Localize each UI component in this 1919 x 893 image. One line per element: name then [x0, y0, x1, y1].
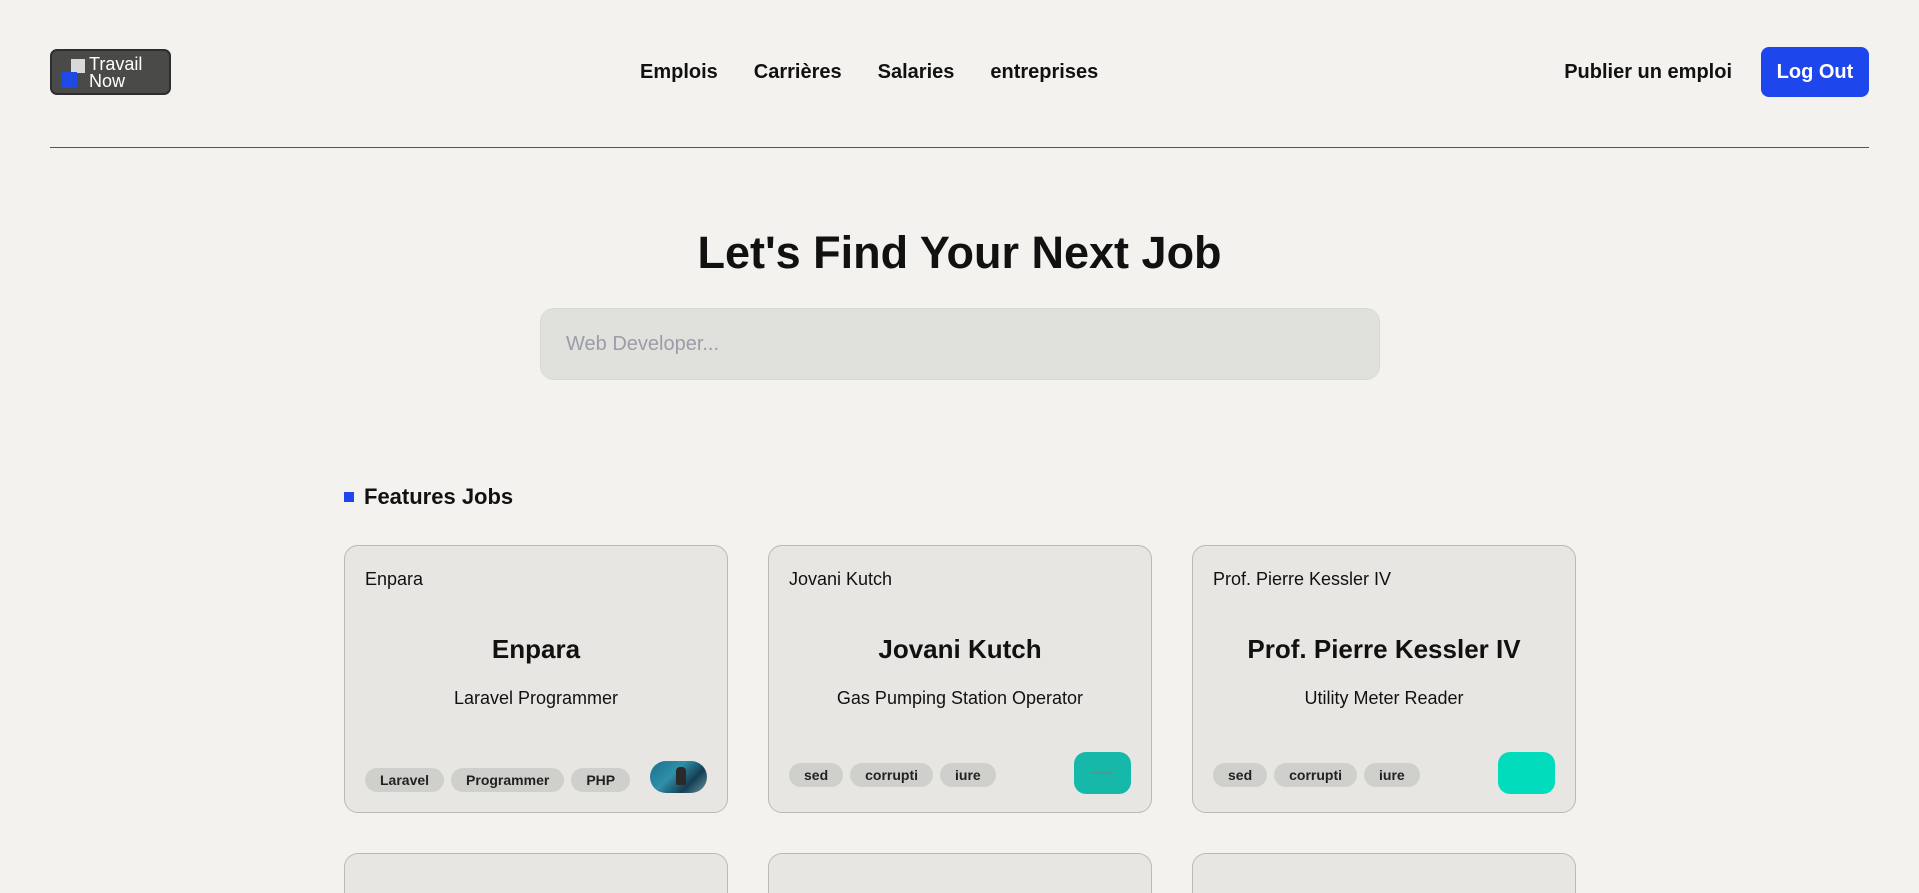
logo-text: Travail Now: [89, 55, 142, 91]
card-company: Jovani Kutch: [789, 569, 893, 589]
logo-blue-square: [61, 72, 77, 88]
logout-button[interactable]: Log Out: [1761, 47, 1869, 97]
job-card-partial[interactable]: [1192, 853, 1576, 893]
tag-chip[interactable]: sed: [1213, 763, 1268, 787]
featured-jobs-heading: Features Jobs: [344, 484, 513, 510]
job-search-input[interactable]: [540, 308, 1380, 380]
company-logo-thumbnail: [1498, 752, 1555, 794]
card-tags: sed corrupti iure: [789, 763, 996, 787]
section-marker-icon: [344, 492, 354, 502]
card-role: Utility Meter Reader: [1304, 688, 1464, 708]
site-header: Travail Now Emplois Carrières Salaries e…: [50, 0, 1869, 148]
card-role: Gas Pumping Station Operator: [836, 688, 1084, 708]
tag-chip[interactable]: iure: [1364, 763, 1420, 787]
company-logo-thumbnail: [1074, 752, 1131, 794]
tag-chip[interactable]: Laravel: [365, 768, 445, 792]
card-tags: Laravel Programmer PHP: [365, 768, 631, 792]
logo-line-2: Now: [89, 71, 126, 91]
job-card[interactable]: Jovani Kutch Jovani Kutch Gas Pumping St…: [768, 545, 1152, 813]
tag-chip[interactable]: PHP: [571, 768, 631, 792]
card-title: Enpara: [491, 634, 581, 664]
tag-chip[interactable]: corrupti: [1274, 763, 1358, 787]
logo-white-square: [71, 59, 85, 73]
company-photo-thumbnail: [650, 761, 707, 793]
logo-line-mark: [1091, 772, 1114, 774]
tag-chip[interactable]: Programmer: [451, 768, 565, 792]
tag-chip[interactable]: iure: [940, 763, 996, 787]
section-title: Features Jobs: [364, 484, 514, 509]
card-title: Jovani Kutch: [878, 634, 1042, 664]
post-job-link[interactable]: Publier un emploi: [1564, 60, 1732, 84]
nav-link-carrieres[interactable]: Carrières: [754, 60, 842, 84]
job-card-partial[interactable]: [344, 853, 728, 893]
card-company: Prof. Pierre Kessler IV: [1213, 569, 1392, 589]
card-role: Laravel Programmer: [453, 688, 619, 708]
nav-link-emplois[interactable]: Emplois: [640, 60, 718, 84]
tag-chip[interactable]: sed: [789, 763, 844, 787]
job-card-partial[interactable]: [768, 853, 1152, 893]
person-figure: [676, 767, 686, 785]
card-tags: sed corrupti iure: [1213, 763, 1420, 787]
tag-chip[interactable]: corrupti: [850, 763, 934, 787]
nav-link-salaries[interactable]: Salaries: [878, 60, 955, 84]
job-card[interactable]: Enpara Enpara Laravel Programmer Laravel…: [344, 545, 728, 813]
card-company: Enpara: [365, 569, 424, 589]
main-nav: Emplois Carrières Salaries entreprises: [640, 60, 1098, 84]
hero-title: Let's Find Your Next Job: [697, 227, 1222, 278]
travail-now-logo[interactable]: Travail Now: [50, 49, 171, 95]
job-card[interactable]: Prof. Pierre Kessler IV Prof. Pierre Kes…: [1192, 545, 1576, 813]
nav-link-entreprises[interactable]: entreprises: [990, 60, 1098, 84]
card-title: Prof. Pierre Kessler IV: [1247, 634, 1521, 664]
